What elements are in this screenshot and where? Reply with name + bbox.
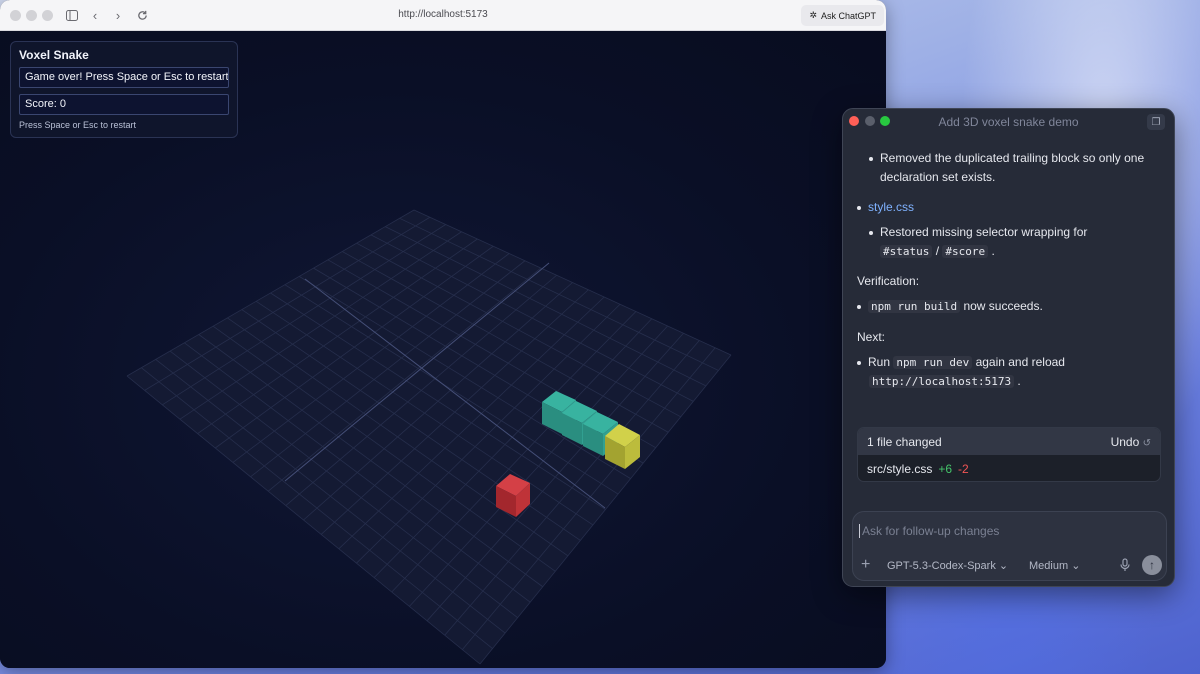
message-line: Restored missing selector wrapping for [869,223,1087,242]
message-line: style.css [857,198,914,217]
lines-removed: -2 [958,461,969,476]
ask-chatgpt-button[interactable]: ✲ Ask ChatGPT [801,5,884,26]
arrow-up-icon: ↑ [1149,558,1155,572]
changed-file-row[interactable]: src/style.css +6 -2 [858,455,1160,481]
message-text: / [935,244,940,258]
message-text: declaration set exists. [880,170,996,184]
code-span: npm run dev [893,356,973,369]
code-span: npm run build [868,300,961,313]
chevron-down-icon: ⌄ [998,560,1009,572]
message-line: npm run build now succeeds. [857,297,1043,316]
effort-label: Medium [1029,560,1069,572]
microphone-icon[interactable] [1119,558,1131,572]
restart-hint: Press Space or Esc to restart [19,120,137,130]
lines-added: +6 [938,461,953,476]
changed-file-name: src/style.css [867,461,933,476]
copy-icon[interactable]: ❐ [1147,114,1165,130]
message-text: again and reload [975,355,1065,369]
file-link[interactable]: style.css [868,200,914,214]
game-viewport[interactable]: Voxel Snake Game over! Press Space or Es… [0,31,886,668]
address-bar[interactable]: http://localhost:5173 [0,9,886,20]
effort-selector[interactable]: Medium ⌄ [1029,559,1080,572]
message-text: . [1017,374,1021,388]
chatgpt-icon: ✲ [809,10,817,20]
game-title: Voxel Snake [19,48,89,62]
bullet-icon [857,205,861,210]
message-line: Run npm run dev again and reload [857,353,1065,372]
message-line: Removed the duplicated trailing block so… [869,149,1144,168]
send-button[interactable]: ↑ [1142,555,1162,575]
bullet-icon [869,230,873,235]
message-text: Removed the duplicated trailing block so… [880,151,1145,165]
ask-chatgpt-label: Ask ChatGPT [820,10,876,21]
message-text: Restored missing selector wrapping for [880,225,1088,239]
model-label: GPT-5.3-Codex-Spark [887,560,996,572]
composer: + GPT-5.3-Codex-Spark ⌄ Medium ⌄ ↑ [852,511,1167,581]
code-span: #score [942,245,989,258]
bullet-icon [869,156,873,161]
bullet-icon [857,360,861,365]
game-status: Game over! Press Space or Esc to restart… [19,67,229,88]
panel-title: Add 3D voxel snake demo [938,115,1079,129]
add-attachment-icon[interactable]: + [861,556,870,574]
changes-summary: 1 file changed [867,434,942,449]
codex-panel: Add 3D voxel snake demo ❐ Removed the du… [842,108,1175,587]
message-line: http://localhost:5173 . [869,372,1021,391]
message-text: Verification: [857,274,920,288]
message-text: now succeeds. [963,299,1043,313]
bullet-icon [857,304,861,309]
changes-header: 1 file changed Undo ↺ [858,428,1160,455]
model-selector[interactable]: GPT-5.3-Codex-Spark ⌄ [887,559,1008,572]
game-score: Score: 0 [19,94,229,115]
undo-label: Undo [1110,434,1140,449]
message-text: . [991,244,995,258]
browser-toolbar: ‹ › http://localhost:5173 ✲ Ask ChatGPT [0,0,886,31]
undo-button[interactable]: Undo ↺ [1111,435,1151,449]
message-line: #status / #score . [880,242,995,261]
code-span: #status [880,245,933,258]
browser-window: ‹ › http://localhost:5173 ✲ Ask ChatGPT [0,0,886,668]
message-text: Run [868,355,891,369]
undo-icon: ↺ [1142,437,1151,449]
file-changes-card: 1 file changed Undo ↺ src/style.css +6 -… [857,427,1161,482]
message-text: Next: [857,330,886,344]
game-hud-panel: Voxel Snake Game over! Press Space or Es… [10,41,238,138]
follow-up-input[interactable] [859,524,1149,538]
chevron-down-icon: ⌄ [1071,560,1081,572]
code-span[interactable]: http://localhost:5173 [869,375,1015,388]
